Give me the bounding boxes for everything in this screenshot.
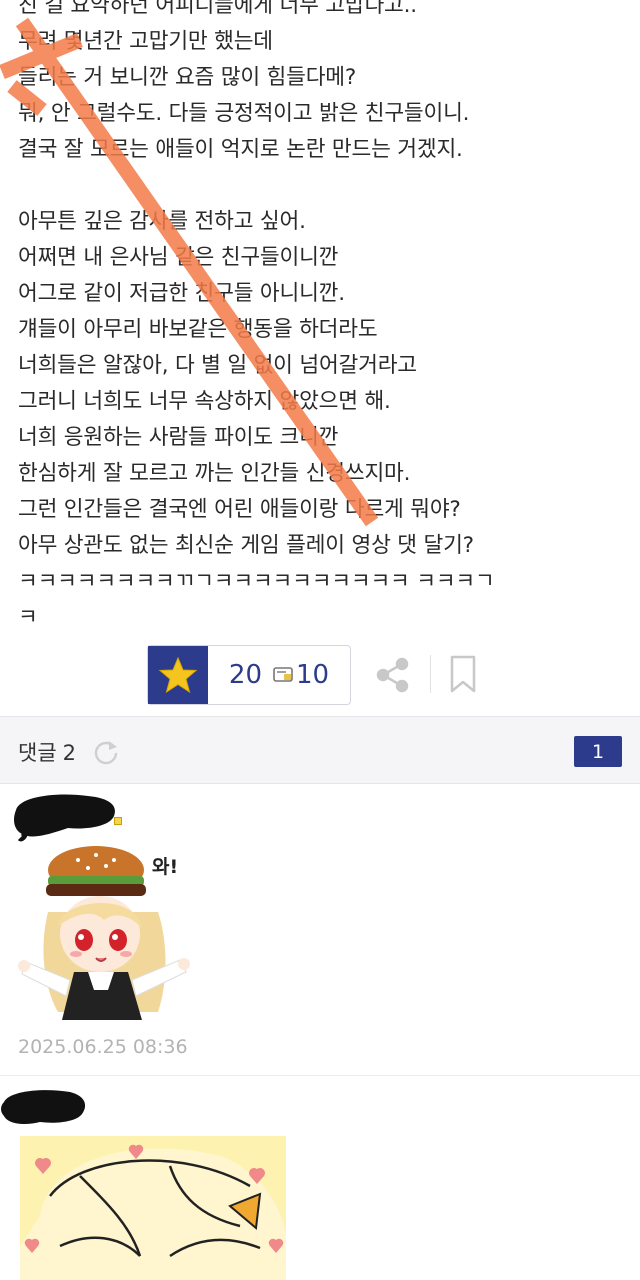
comment-total: 2 (62, 741, 77, 765)
comment-item: 와! 2025.06.25 08:36 (0, 784, 640, 1076)
recommend-bar: 20 10 (147, 645, 351, 705)
recommend-count: 20 (228, 660, 262, 690)
comment-timestamp: 2025.06.25 08:36 (18, 1036, 188, 1058)
star-icon (158, 656, 198, 694)
user-level-badge (114, 817, 122, 825)
post-line: 아무 상관도 없는 최신순 게임 플레이 영상 댓 달기? (18, 533, 474, 558)
post-line: 너희들은 알잖아, 다 별 일 없이 넘어갈거라고 (18, 353, 417, 378)
comment-title: 댓글 2 (18, 737, 76, 767)
post-line: 어그로 같이 저급한 친구들 아니니깐. (18, 281, 345, 306)
action-divider (430, 655, 431, 693)
post-line: 뭐, 안 그럴수도. 다들 긍정적이고 밝은 친구들이니. (18, 101, 470, 126)
comment-label: 댓글 (18, 741, 57, 765)
counts: 20 10 (208, 646, 350, 704)
bookmark-icon[interactable] (448, 654, 478, 694)
redacted-username (14, 794, 115, 842)
post-line: 결국 잘 모르는 애들이 억지로 논란 만드는 거겠지. (18, 137, 463, 162)
redacted-username (1, 1090, 86, 1124)
sticker-text: 와! (152, 856, 179, 878)
comment-icon (273, 667, 293, 682)
post-line: 그러니 너희도 너무 속상하지 않았으면 해. (18, 389, 391, 414)
refresh-icon[interactable] (92, 738, 120, 766)
post-line: 너희 응원하는 사람들 파이도 크니깐 (18, 425, 339, 450)
post-line: 걔들이 아무리 바보같은 행동을 하더라도 (18, 317, 378, 342)
recommend-button[interactable] (148, 646, 208, 704)
post-line: 친 걸 요약하던 어피디들에게 너무 고맙다고.. (18, 0, 417, 18)
post-body: 친 걸 요약하던 어피디들에게 너무 고맙다고.. 무려 몇년간 고맙기만 했는… (18, 0, 628, 636)
sticker-image (20, 1136, 286, 1280)
comment-page-button[interactable]: 1 (574, 736, 622, 767)
post-line: 무려 몇년간 고맙기만 했는데 (18, 29, 273, 54)
post-line: ㅋ (18, 605, 38, 630)
post-line: 어쩌면 내 은사님 같은 친구들이니깐 (18, 245, 339, 270)
comment-header: 댓글 2 1 (0, 716, 640, 784)
post-line: ㅋㅋㅋㅋㅋㅋㅋㅋㄲㄱㅋㅋㅋㅋㅋㅋㅋㅋㅋㅋ ㅋㅋㅋㄱ (18, 569, 495, 594)
post-line: 들리는 거 보니깐 요즘 많이 힘들다메? (18, 65, 357, 90)
post-line: 한심하게 잘 모르고 까는 인간들 신경쓰지마. (18, 461, 411, 486)
share-icon[interactable] (374, 656, 412, 694)
comment-count-group: 10 (272, 660, 329, 690)
post-line: 그런 인간들은 결국엔 어린 애들이랑 다르게 뭐야? (18, 497, 461, 522)
comment-item (0, 1076, 640, 1280)
comment-count: 10 (296, 660, 330, 690)
post-line: 아무튼 깊은 감사를 전하고 싶어. (18, 209, 306, 234)
